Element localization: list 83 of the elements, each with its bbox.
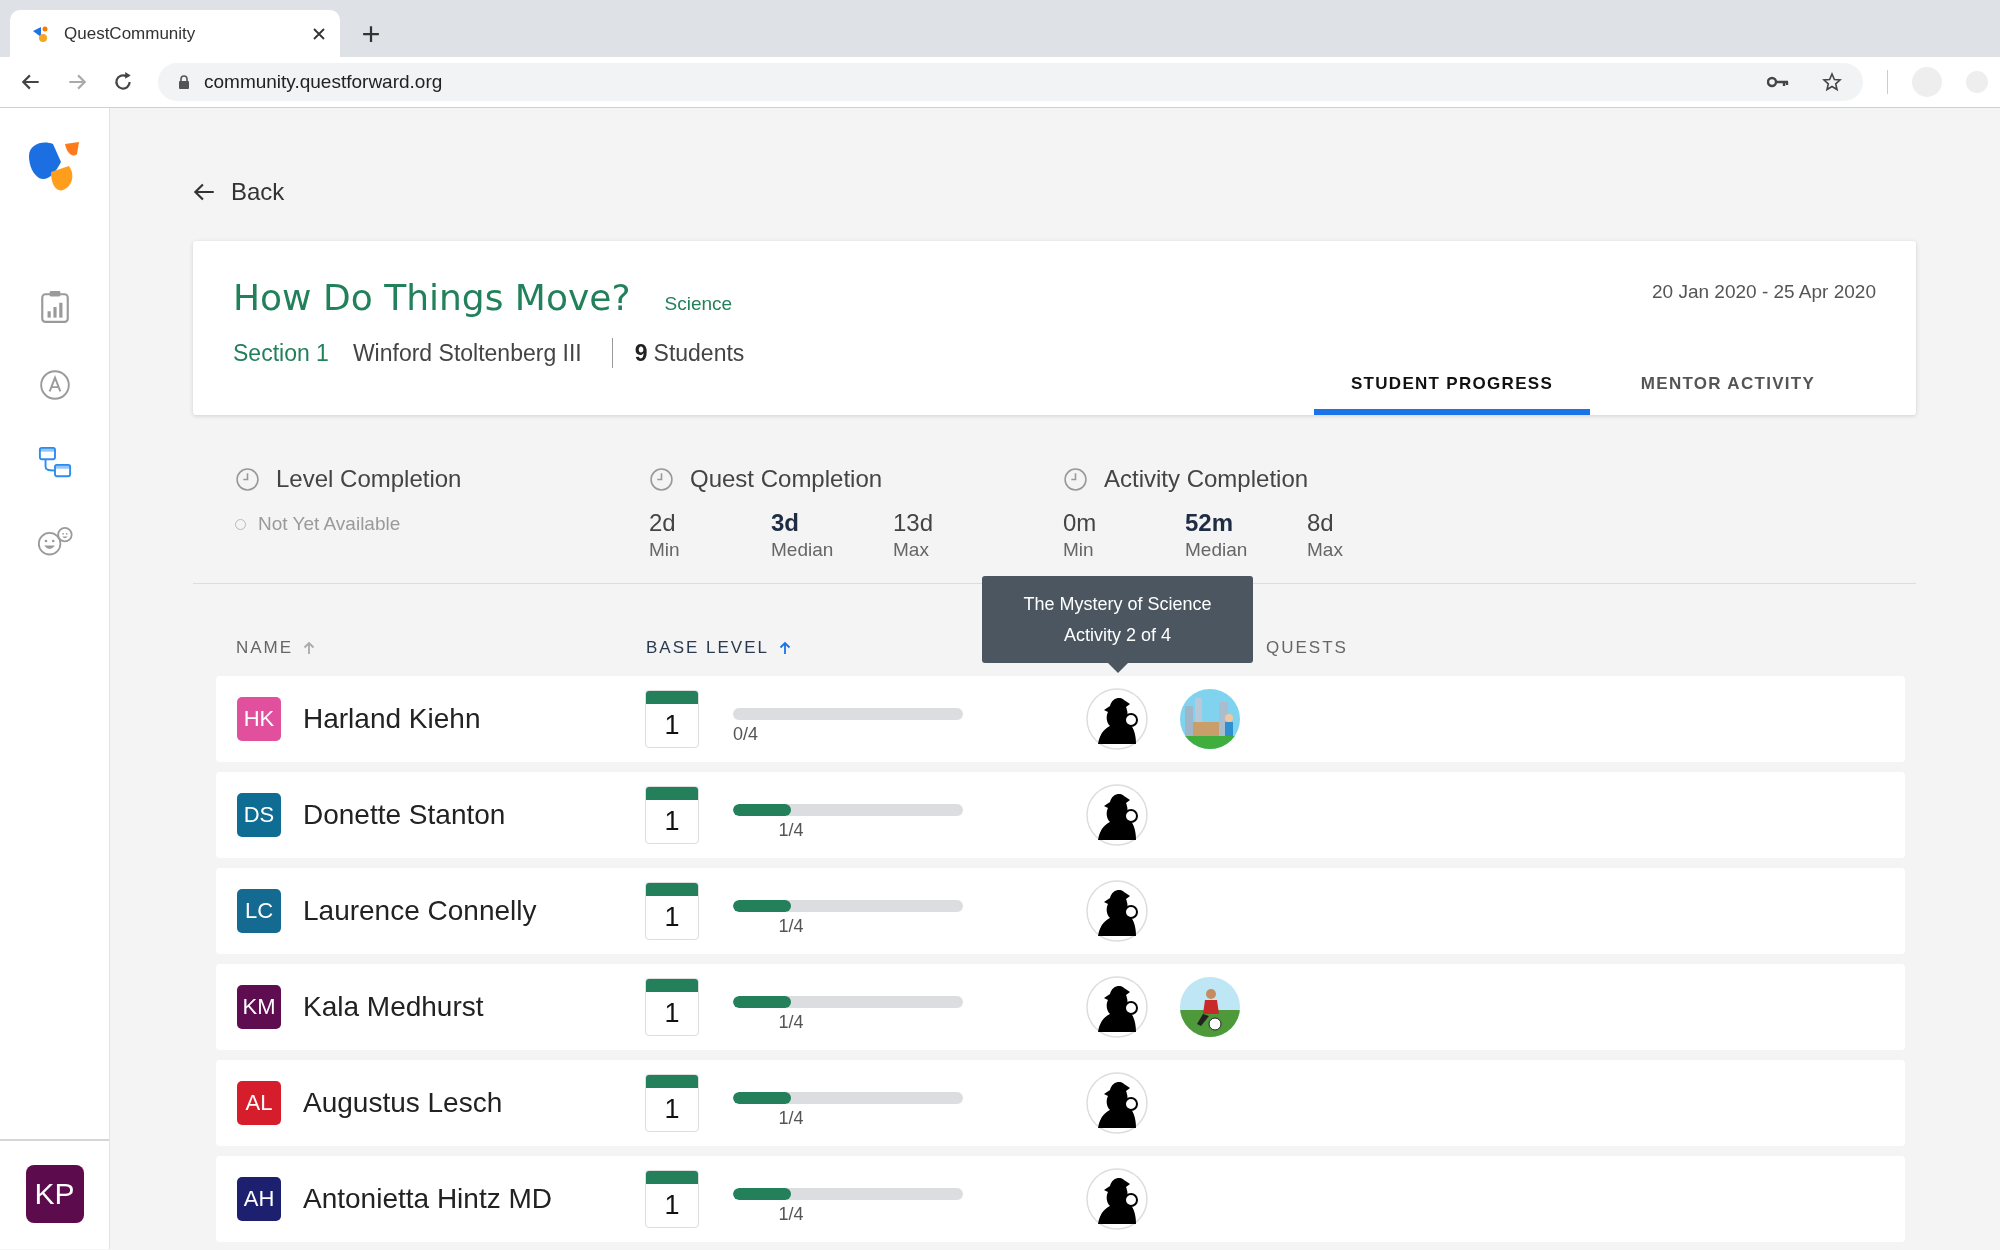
initials-avatar: AL bbox=[237, 1081, 281, 1125]
faces-icon[interactable] bbox=[36, 524, 73, 558]
stat-label: Min bbox=[1063, 539, 1095, 561]
initials-avatar: HK bbox=[237, 697, 281, 741]
progress-label: 1/4 bbox=[778, 1011, 804, 1033]
lock-icon bbox=[178, 75, 190, 89]
tab[interactable]: MENTOR ACTIVITY bbox=[1590, 374, 1866, 415]
student-row[interactable]: LC Laurence Connelly 1 1/4 bbox=[216, 868, 1905, 954]
stat-value: 8d bbox=[1307, 509, 1335, 537]
stat-label: Max bbox=[893, 539, 930, 561]
stat-label: Median bbox=[1185, 539, 1249, 561]
stat-label: Min bbox=[649, 539, 681, 561]
column-header[interactable]: BASE LEVEL bbox=[646, 638, 769, 658]
tab-title: QuestCommunity bbox=[64, 23, 197, 44]
stat-value: 52m bbox=[1185, 509, 1235, 537]
sort-arrow-icon[interactable] bbox=[779, 641, 791, 655]
student-name: Laurence Connelly bbox=[303, 895, 537, 927]
student-count: 9 bbox=[634, 339, 648, 367]
student-row[interactable]: KM Kala Medhurst 1 1/4 bbox=[216, 964, 1905, 1050]
student-name: Harland Kiehn bbox=[303, 703, 481, 735]
student-row[interactable]: HK Harland Kiehn 1 0/4 bbox=[216, 676, 1905, 762]
level-badge: 1 bbox=[645, 1074, 699, 1132]
initials-avatar: LC bbox=[237, 889, 281, 933]
stat-value: 0m bbox=[1063, 509, 1098, 537]
section-label: Section 1 bbox=[233, 339, 329, 367]
progress-label: 0/4 bbox=[733, 723, 759, 745]
student-name: Kala Medhurst bbox=[303, 991, 484, 1023]
students-label: Students bbox=[653, 339, 745, 367]
clock-icon bbox=[235, 466, 260, 492]
stat-label: Max bbox=[1307, 539, 1344, 561]
silhouette-icon bbox=[1086, 784, 1148, 846]
mentor-name: Winford Stoltenberg III bbox=[352, 339, 582, 367]
initials-avatar: AH bbox=[237, 1177, 281, 1221]
stat-value: 13d bbox=[893, 509, 935, 537]
user-avatar[interactable]: KP bbox=[25, 1165, 84, 1223]
stat-title: Quest Completion bbox=[690, 465, 883, 493]
tab[interactable]: STUDENT PROGRESS bbox=[1314, 374, 1590, 415]
initials-avatar: DS bbox=[237, 793, 281, 837]
flow-chart-icon[interactable] bbox=[36, 446, 73, 480]
initials-avatar: KM bbox=[237, 985, 281, 1029]
stat-value: 2d bbox=[649, 509, 677, 537]
silhouette-icon bbox=[1086, 880, 1148, 942]
sort-arrow-icon[interactable] bbox=[303, 641, 316, 655]
back-button[interactable]: Back bbox=[191, 178, 285, 206]
new-tab-icon[interactable] bbox=[362, 25, 380, 43]
browser-tab[interactable]: QuestCommunity bbox=[10, 10, 340, 57]
progress-label: 1/4 bbox=[778, 819, 804, 841]
student-row[interactable]: AH Antonietta Hintz MD 1 1/4 bbox=[216, 1156, 1905, 1242]
subject-label: Science bbox=[664, 293, 733, 315]
student-name: Augustus Lesch bbox=[303, 1087, 503, 1119]
progress-label: 1/4 bbox=[778, 1107, 804, 1129]
date-range: 20 Jan 2020 - 25 Apr 2020 bbox=[1652, 281, 1876, 303]
address-field[interactable]: community.questforward.org bbox=[158, 63, 1863, 101]
progress-label: 1/4 bbox=[778, 1203, 804, 1225]
level-badge: 1 bbox=[645, 978, 699, 1036]
status-text: Not Yet Available bbox=[258, 513, 401, 535]
level-badge: 1 bbox=[645, 882, 699, 940]
silhouette-icon bbox=[1086, 1072, 1148, 1134]
close-icon[interactable] bbox=[312, 26, 326, 41]
student-row[interactable]: DS Donette Stanton 1 1/4 bbox=[216, 772, 1905, 858]
student-name: Donette Stanton bbox=[303, 799, 506, 831]
star-icon[interactable] bbox=[1821, 72, 1843, 92]
level-badge: 1 bbox=[645, 690, 699, 748]
silhouette-icon bbox=[1086, 688, 1148, 750]
silhouette-icon bbox=[1086, 976, 1148, 1038]
stat-title: Activity Completion bbox=[1104, 465, 1309, 493]
level-badge: 1 bbox=[645, 786, 699, 844]
tooltip-title: The Mystery of Science bbox=[1023, 593, 1212, 615]
column-header[interactable]: QUESTS bbox=[1266, 638, 1348, 658]
clock-icon bbox=[1063, 466, 1088, 492]
clock-icon bbox=[649, 466, 674, 492]
reload-icon[interactable] bbox=[112, 71, 134, 93]
stat-value: 3d bbox=[771, 509, 800, 537]
course-title: How Do Things Move? bbox=[233, 277, 631, 318]
progress-label: 1/4 bbox=[778, 915, 804, 937]
student-row[interactable]: AL Augustus Lesch 1 1/4 bbox=[216, 1060, 1905, 1146]
silhouette-icon bbox=[1086, 1168, 1148, 1230]
column-header[interactable]: NAME bbox=[236, 638, 294, 658]
tooltip-subtitle: Activity 2 of 4 bbox=[1063, 624, 1171, 646]
student-name: Antonietta Hintz MD bbox=[303, 1183, 552, 1215]
level-badge: 1 bbox=[645, 1170, 699, 1228]
stat-title: Level Completion bbox=[276, 465, 462, 493]
stat-label: Median bbox=[771, 539, 835, 561]
